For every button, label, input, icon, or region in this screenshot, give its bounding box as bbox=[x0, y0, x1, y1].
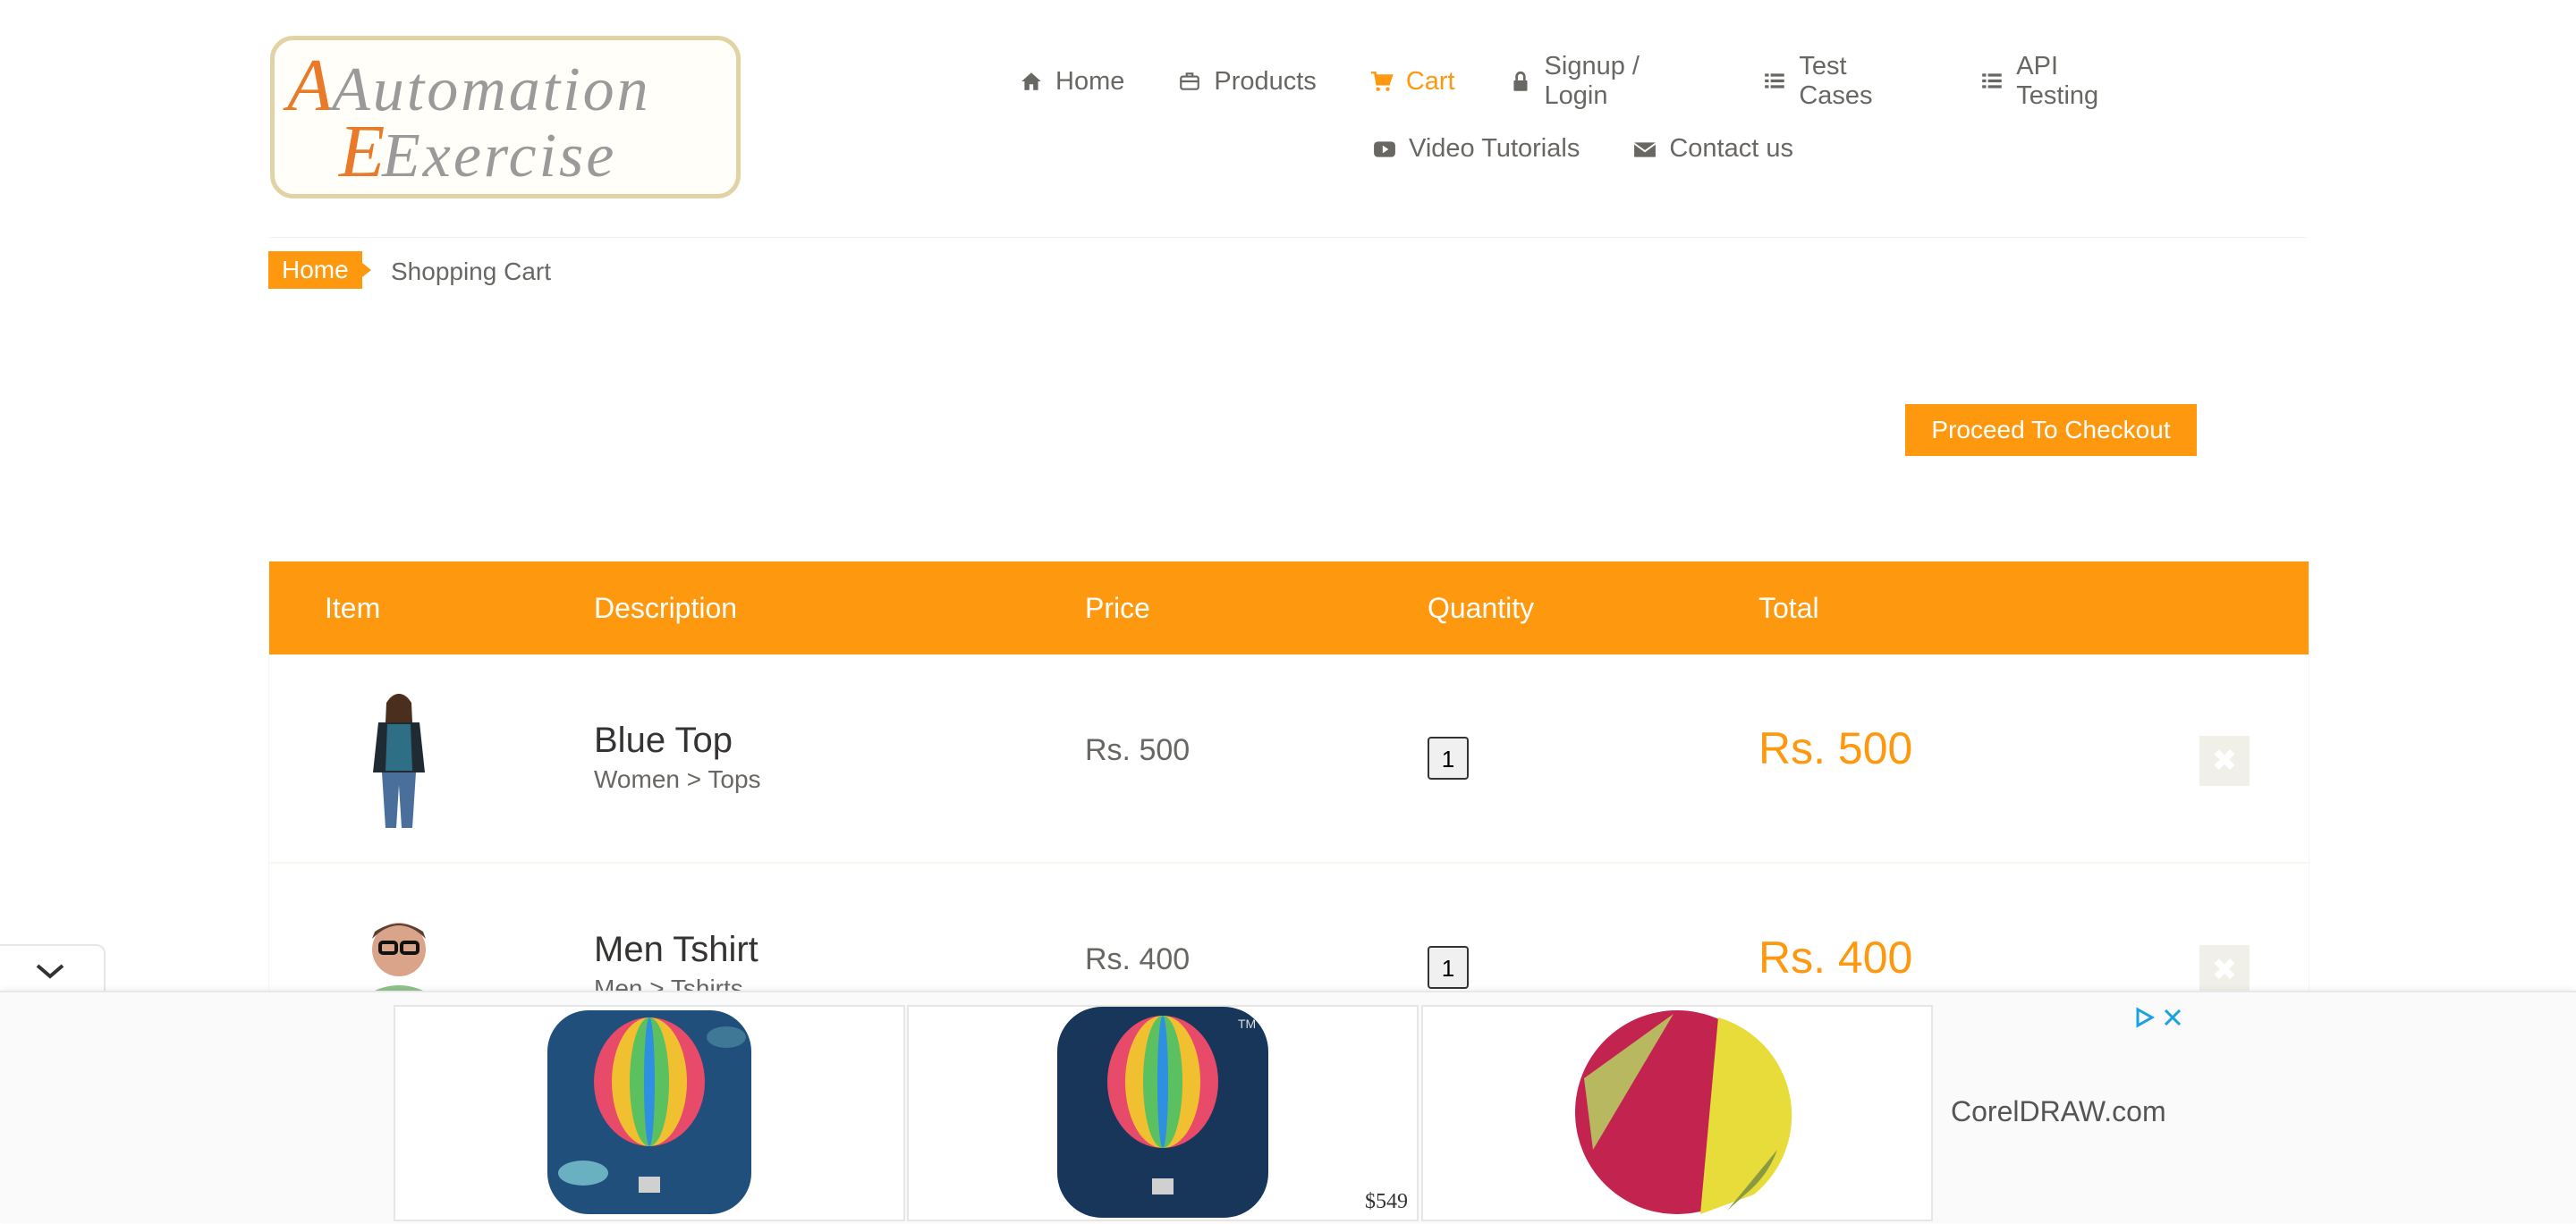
nav-contact-us-label: Contact us bbox=[1669, 134, 1793, 163]
header-quantity: Quantity bbox=[1428, 592, 1535, 624]
nav-cart[interactable]: Cart bbox=[1370, 52, 1455, 111]
header-description: Description bbox=[594, 592, 738, 624]
header-item: Item bbox=[325, 592, 381, 624]
ad-choices-icon[interactable] bbox=[2132, 1006, 2156, 1029]
logo-initial-a: A bbox=[283, 44, 334, 127]
lock-icon bbox=[1513, 71, 1528, 91]
youtube-play-icon bbox=[1374, 140, 1395, 157]
cart-table-header: Item Description Price Quantity Total bbox=[269, 561, 2309, 654]
ad-banner: TM $549 CorelDRAW.com bbox=[0, 991, 2576, 1223]
product-total: Rs. 400 bbox=[1758, 933, 1913, 983]
ad-price: $549 bbox=[1365, 1190, 1408, 1213]
nav-signup-login-label: Signup / Login bbox=[1544, 52, 1640, 110]
product-category: Women > Tops bbox=[594, 765, 761, 793]
nav-video-tutorials[interactable]: Video Tutorials bbox=[1373, 134, 1580, 164]
site-logo[interactable]: A Automation E Exercise bbox=[270, 36, 741, 198]
logo-initial-e: E bbox=[338, 110, 385, 193]
product-price: Rs. 400 bbox=[1085, 942, 1191, 976]
ad-card-2[interactable]: TM $549 bbox=[907, 1005, 1419, 1221]
logo-graphic: A Automation E Exercise bbox=[283, 44, 648, 193]
nav-home-label: Home bbox=[1055, 66, 1125, 96]
svg-text:TM: TM bbox=[1238, 1017, 1256, 1031]
circle-logo-image bbox=[1575, 1010, 1792, 1214]
header-price: Price bbox=[1085, 592, 1150, 624]
table-row: Blue Top Women > Tops Rs. 500 1 Rs. 500 … bbox=[269, 654, 2309, 864]
logo-line2-text: Exercise bbox=[381, 122, 616, 190]
ad-collapse-toggle[interactable] bbox=[0, 944, 106, 994]
quantity-box: 1 bbox=[1428, 946, 1469, 989]
ad-brand-link[interactable]: CorelDRAW.com bbox=[1951, 1095, 2166, 1128]
nav-test-cases-label: Test Cases bbox=[1799, 52, 1873, 110]
close-icon[interactable] bbox=[2161, 1006, 2184, 1029]
delete-item-button[interactable]: ✖ bbox=[2199, 945, 2250, 995]
nav-row-2: Video Tutorials Contact us bbox=[993, 134, 2174, 164]
close-icon: ✖ bbox=[2211, 744, 2238, 778]
nav-api-testing[interactable]: API Testing bbox=[1980, 52, 2147, 111]
close-icon: ✖ bbox=[2211, 953, 2238, 987]
nav-products[interactable]: Products bbox=[1178, 52, 1317, 111]
header-total: Total bbox=[1758, 592, 1819, 624]
product-name-link[interactable]: Men Tshirt bbox=[594, 930, 758, 970]
product-total: Rs. 500 bbox=[1758, 723, 1913, 773]
product-name-link[interactable]: Blue Top bbox=[594, 721, 733, 761]
ad-card-3[interactable] bbox=[1421, 1005, 1933, 1221]
ad-card-1[interactable] bbox=[394, 1005, 905, 1221]
list-icon bbox=[1765, 73, 1785, 89]
delete-item-button[interactable]: ✖ bbox=[2199, 736, 2250, 786]
breadcrumb-current: Shopping Cart bbox=[391, 257, 552, 285]
nav-signup-login[interactable]: Signup / Login bbox=[1509, 52, 1710, 111]
nav-video-tutorials-label: Video Tutorials bbox=[1409, 134, 1580, 163]
envelope-icon bbox=[1633, 141, 1657, 157]
nav-cart-label: Cart bbox=[1405, 66, 1455, 96]
nav-row-1: Home Products Cart Signup / Login Test C… bbox=[993, 52, 2174, 111]
briefcase-icon bbox=[1180, 72, 1200, 90]
nav-home[interactable]: Home bbox=[1020, 52, 1124, 111]
home-icon bbox=[1021, 72, 1041, 90]
nav-test-cases[interactable]: Test Cases bbox=[1763, 52, 1927, 111]
cart-icon bbox=[1370, 71, 1394, 91]
nav-api-testing-label: API Testing bbox=[2016, 52, 2099, 110]
quantity-box: 1 bbox=[1428, 737, 1469, 780]
product-price: Rs. 500 bbox=[1085, 733, 1191, 767]
nav-products-label: Products bbox=[1214, 66, 1317, 96]
main-nav: Home Products Cart Signup / Login Test C… bbox=[993, 52, 2174, 164]
product-image-blue-top[interactable] bbox=[323, 687, 475, 831]
proceed-to-checkout-button[interactable]: Proceed To Checkout bbox=[1905, 404, 2197, 456]
balloon-logo-image: TM bbox=[1057, 1007, 1268, 1218]
header-divider bbox=[270, 237, 2306, 238]
balloon-logo-image bbox=[547, 1010, 751, 1214]
nav-contact-us[interactable]: Contact us bbox=[1633, 134, 1793, 164]
list-icon bbox=[1982, 73, 2003, 89]
chevron-down-icon bbox=[36, 964, 64, 979]
breadcrumb-home[interactable]: Home bbox=[268, 251, 371, 289]
